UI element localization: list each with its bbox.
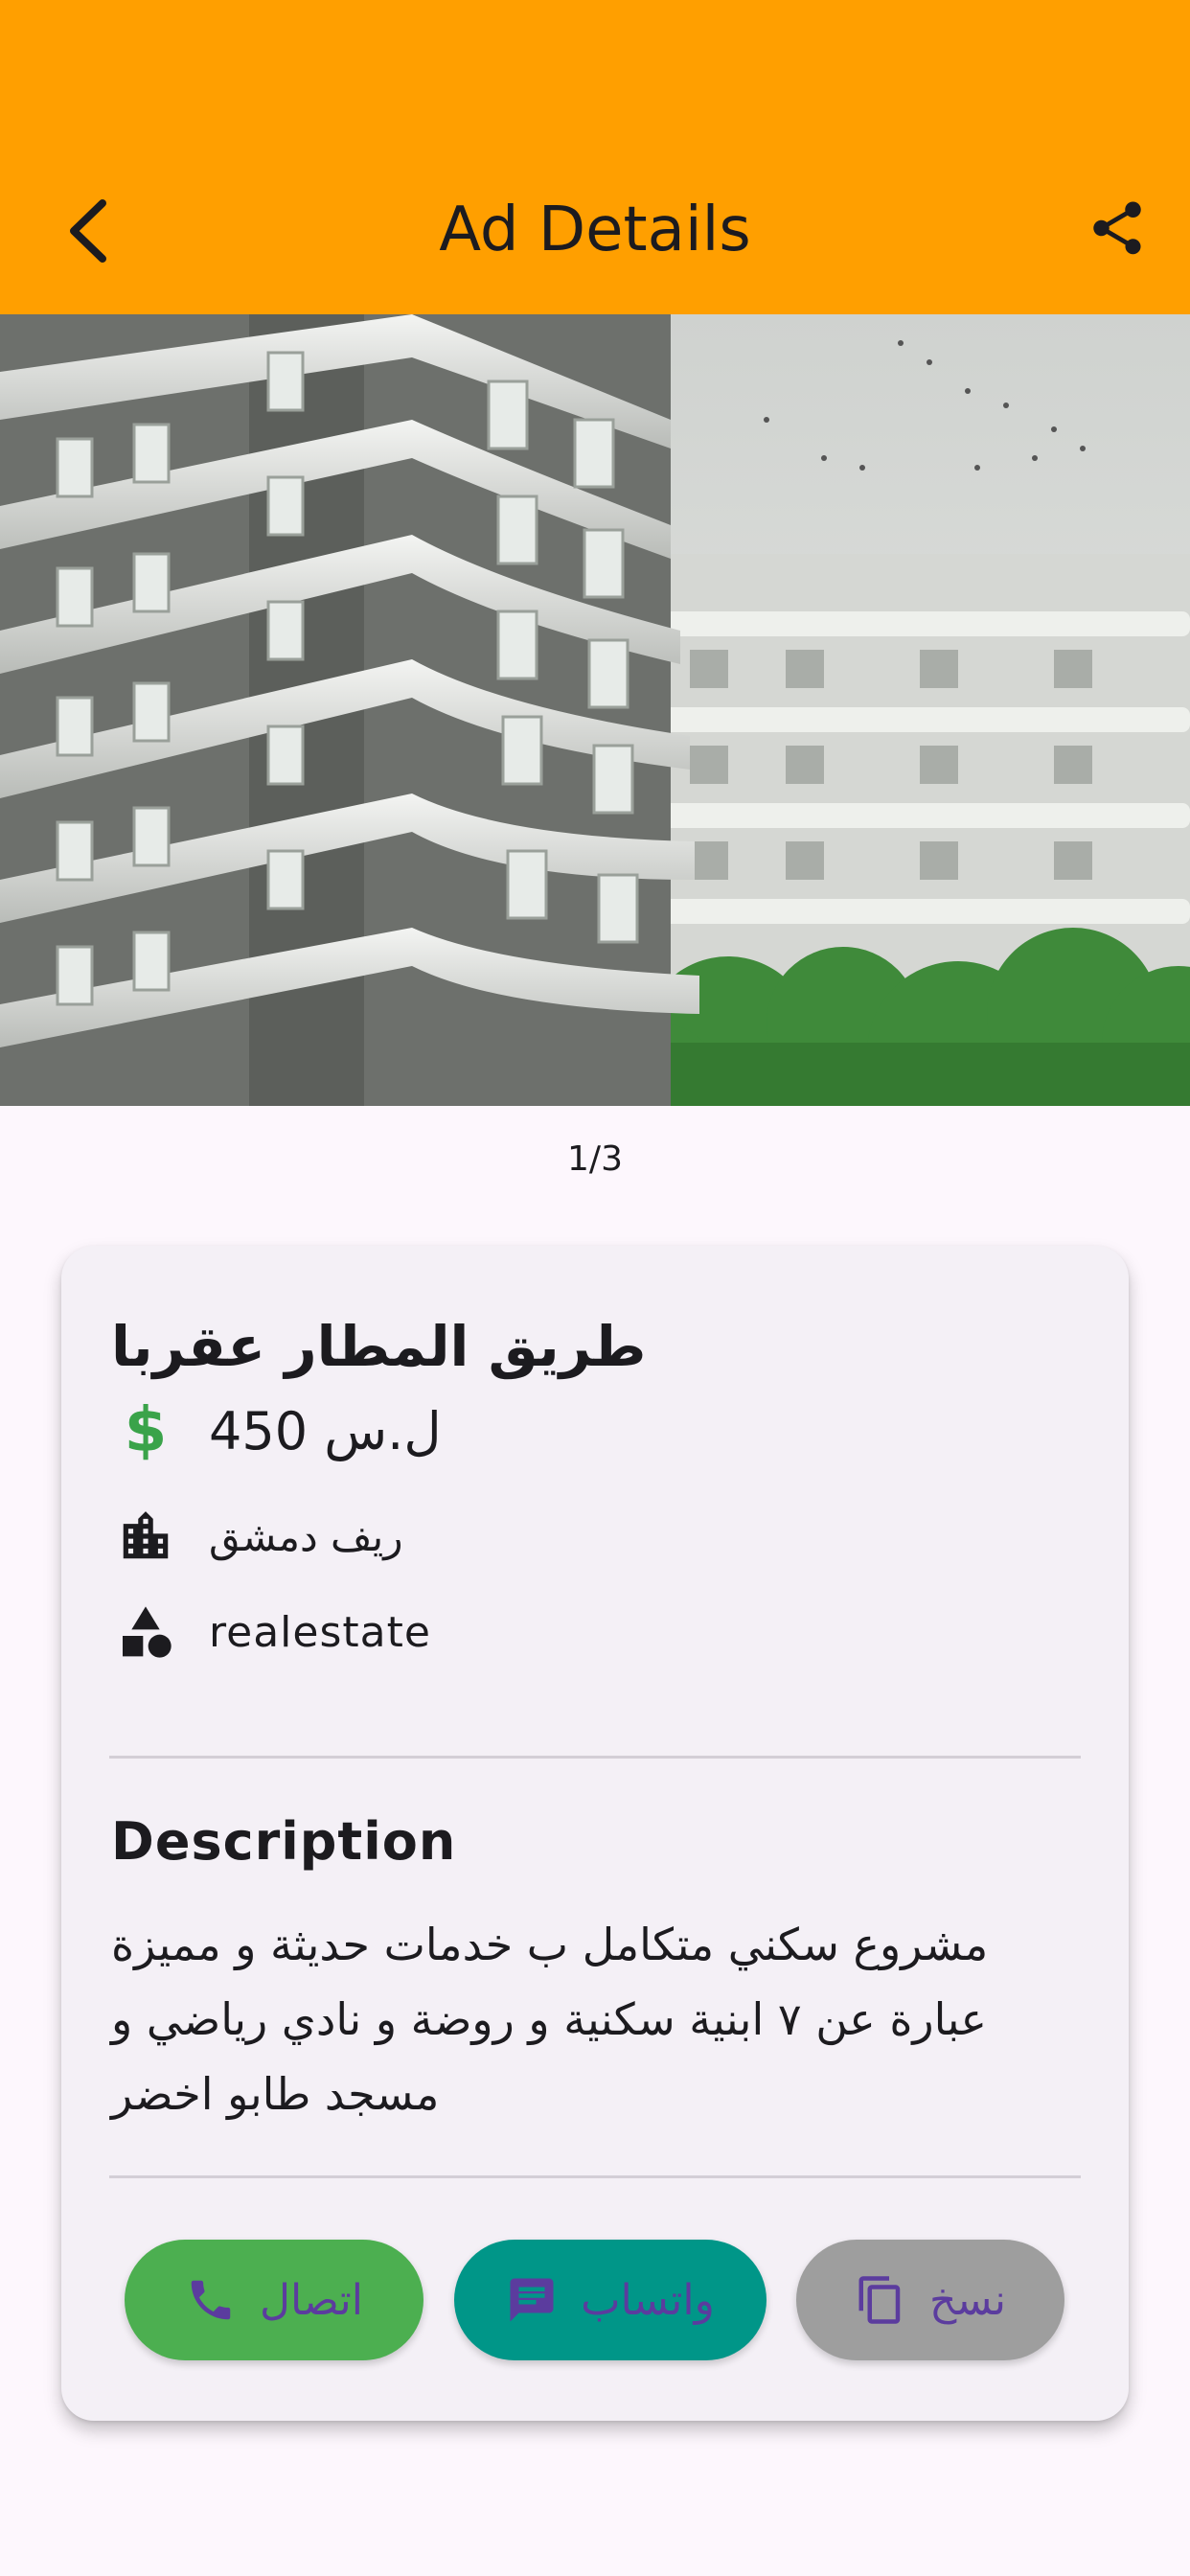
ad-details-card: طريق المطار عقربا $ ل.س 450 ريف دمشق rea… <box>61 1246 1129 2421</box>
city-buildings-icon <box>111 1502 180 1571</box>
location-value: ريف دمشق <box>209 1512 403 1560</box>
category-shapes-icon <box>111 1598 180 1667</box>
share-icon <box>1093 201 1141 255</box>
chat-message-icon <box>510 2278 554 2322</box>
category-row: realestate <box>111 1594 431 1670</box>
whatsapp-button[interactable]: واتساب <box>454 2240 767 2360</box>
price-value: ل.س 450 <box>209 1400 442 1461</box>
image-counter: 1/3 <box>567 1139 623 1179</box>
call-button[interactable]: اتصال <box>125 2240 423 2360</box>
ad-image[interactable] <box>0 314 1190 1106</box>
copy-button[interactable]: نسخ <box>796 2240 1064 2360</box>
category-value: realestate <box>209 1607 431 1657</box>
page-title: Ad Details <box>439 195 751 265</box>
call-label: اتصال <box>259 2275 363 2325</box>
phone-icon <box>191 2280 231 2320</box>
app-bar: Ad Details <box>0 0 1190 314</box>
dollar-icon: $ <box>124 1395 168 1466</box>
ad-title: طريق المطار عقربا <box>111 1314 647 1379</box>
copy-icon <box>858 2276 901 2324</box>
copy-label: نسخ <box>929 2275 1006 2325</box>
price-row: $ ل.س 450 <box>111 1392 442 1469</box>
description-text: مشروع سكني متكامل ب خدمات حديثة و مميزة … <box>111 1919 989 2120</box>
divider <box>109 1756 1081 1759</box>
building-photo <box>0 314 1190 1106</box>
share-button[interactable] <box>1079 190 1156 266</box>
description-heading: Description <box>111 1811 457 1872</box>
divider <box>109 2175 1081 2178</box>
whatsapp-label: واتساب <box>581 2275 715 2325</box>
location-row: ريف دمشق <box>111 1498 403 1575</box>
